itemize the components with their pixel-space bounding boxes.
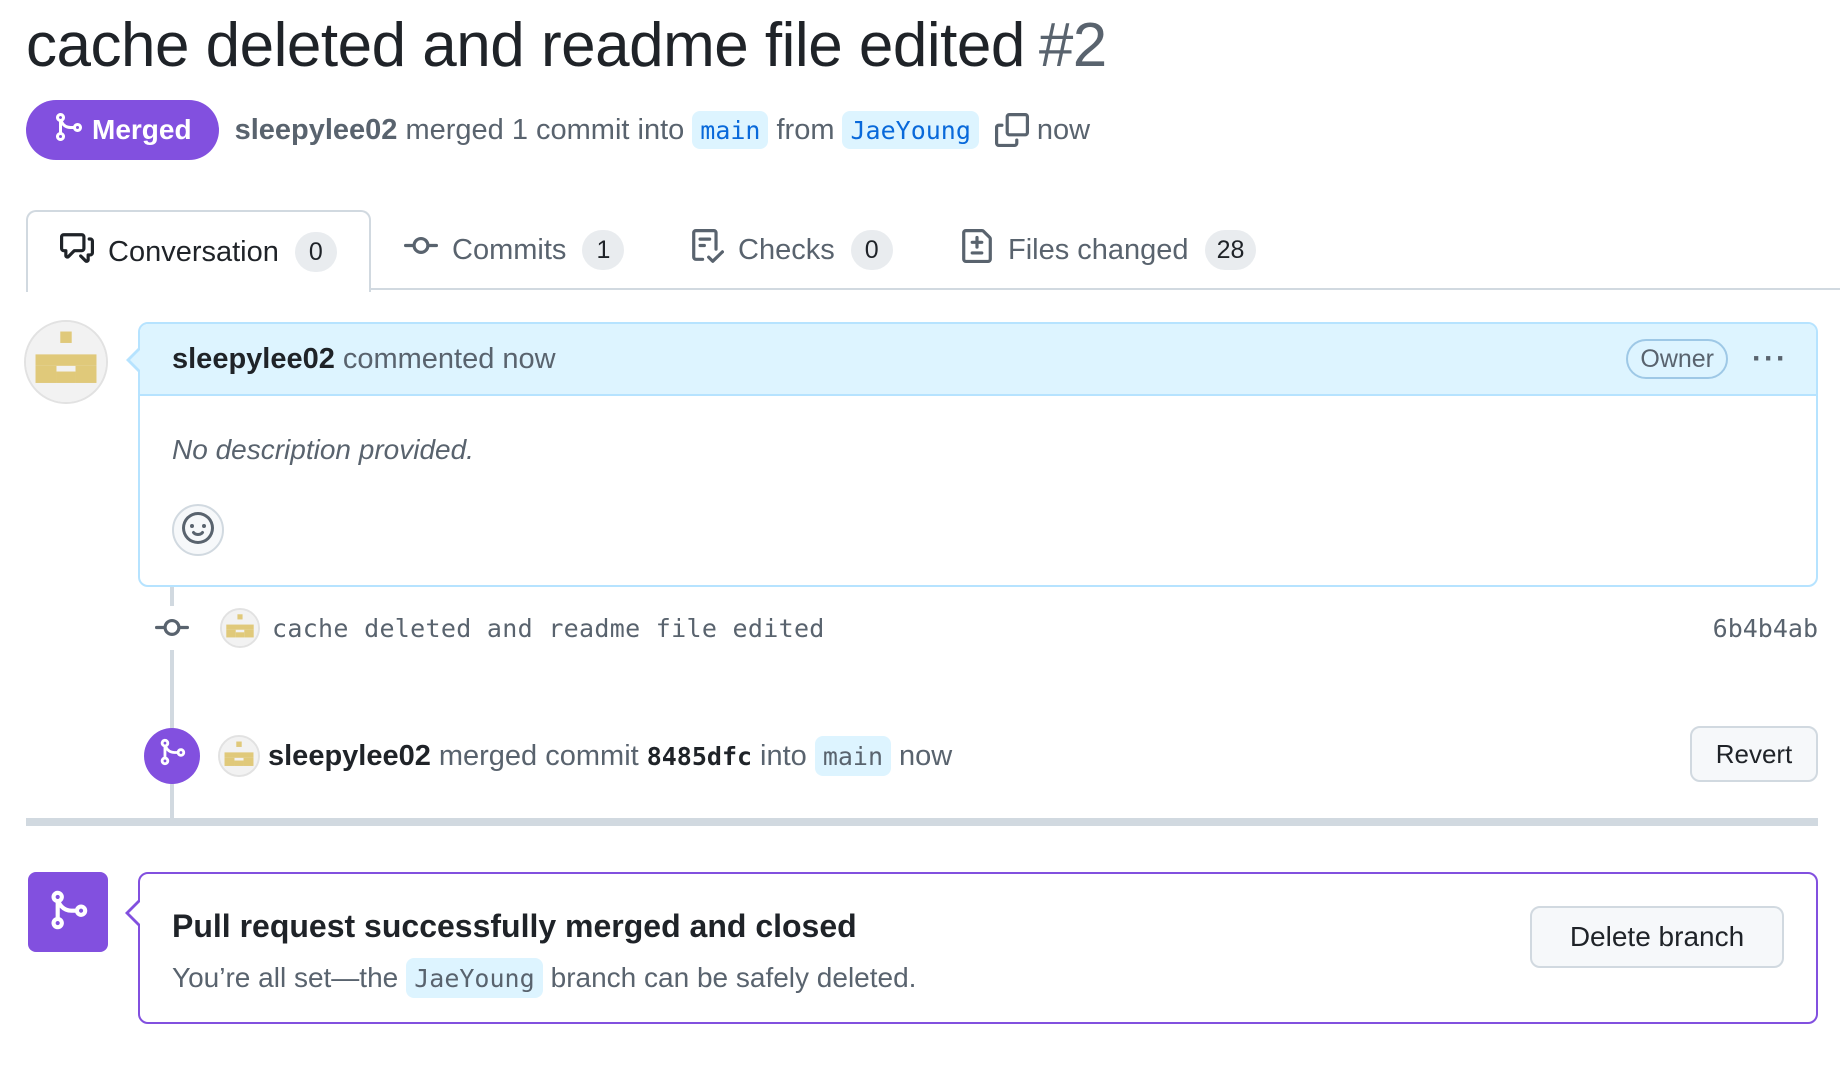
comment-caret-inner xyxy=(130,348,142,372)
file-diff-icon xyxy=(960,229,1008,271)
checklist-icon xyxy=(690,229,738,271)
comment-body: No description provided. xyxy=(172,434,474,465)
kebab-menu-icon[interactable]: ··· xyxy=(1752,342,1788,376)
comment-author-link[interactable]: sleepylee02 xyxy=(172,343,335,376)
avatar[interactable] xyxy=(220,608,260,648)
smiley-icon xyxy=(182,511,214,549)
add-reaction-button[interactable] xyxy=(172,504,224,556)
avatar[interactable] xyxy=(218,735,260,777)
base-branch-link[interactable]: main xyxy=(692,111,769,149)
merged-state-label: Merged xyxy=(92,114,192,145)
commit-row: cache deleted and readme file edited 6b4… xyxy=(150,600,1818,656)
tab-conversation[interactable]: Conversation 0 xyxy=(26,210,371,292)
pr-title-text: cache deleted and readme file edited xyxy=(26,11,1025,80)
merged-status-title: Pull request successfully merged and clo… xyxy=(172,908,857,944)
git-merge-icon xyxy=(157,737,187,775)
pr-subheader: Merged sleepylee02 merged 1 commit into … xyxy=(26,100,1090,160)
comment-header: sleepylee02 commented now Owner ··· xyxy=(140,324,1816,396)
pr-tabs: Conversation 0 Commits 1 Checks 0 Files … xyxy=(26,210,1840,292)
merge-text: merged commit xyxy=(438,739,639,772)
tab-commits-label: Commits xyxy=(452,233,567,266)
merge-event-badge xyxy=(144,728,200,784)
pr-number: #2 xyxy=(1038,11,1107,80)
merge-event: sleepylee02 merged commit 8485dfc into m… xyxy=(144,726,1818,784)
merged-box-caret-inner xyxy=(129,900,142,926)
git-merge-icon xyxy=(52,111,92,150)
tab-checks-label: Checks xyxy=(738,233,835,266)
copy-icon[interactable] xyxy=(994,113,1029,147)
commit-sha-link[interactable]: 6b4b4ab xyxy=(1713,614,1818,643)
tab-commits-count: 1 xyxy=(582,230,625,270)
merge-author-link[interactable]: sleepylee02 xyxy=(268,740,431,773)
comment-discussion-icon xyxy=(60,231,108,273)
comment-action[interactable]: commented now xyxy=(343,343,556,376)
from-text: from xyxy=(776,113,835,146)
git-commit-icon xyxy=(150,606,194,650)
head-branch-link[interactable]: JaeYoung xyxy=(842,111,979,149)
revert-button[interactable]: Revert xyxy=(1690,726,1818,782)
pr-time: now xyxy=(1036,113,1091,146)
avatar[interactable] xyxy=(24,320,108,404)
merged-state-badge: Merged xyxy=(26,100,219,160)
merged-status-box: Pull request successfully merged and clo… xyxy=(125,872,1818,1024)
merge-summary-text: merged 1 commit into xyxy=(405,113,685,146)
timeline-separator xyxy=(26,818,1818,826)
merged-head-branch-link[interactable]: JaeYoung xyxy=(406,958,543,998)
tab-conversation-label: Conversation xyxy=(108,235,279,268)
git-commit-icon xyxy=(404,229,452,271)
tab-conversation-count: 0 xyxy=(294,232,337,272)
merge-base-branch-link[interactable]: main xyxy=(814,736,892,776)
tab-files-changed[interactable]: Files changed 28 xyxy=(960,210,1257,290)
merge-commit-sha-link[interactable]: 8485dfc xyxy=(647,742,752,771)
tab-checks[interactable]: Checks 0 xyxy=(690,210,893,290)
git-merge-icon xyxy=(46,888,90,937)
merge-time[interactable]: now xyxy=(899,740,952,773)
merged-status-icon xyxy=(28,872,108,952)
merged-status-text: You’re all set—the JaeYoung branch can b… xyxy=(172,958,916,998)
tab-commits[interactable]: Commits 1 xyxy=(404,210,625,290)
commit-message-link[interactable]: cache deleted and readme file edited xyxy=(272,614,825,643)
pr-author-link[interactable]: sleepylee02 xyxy=(235,114,398,147)
comment-box: sleepylee02 commented now Owner ··· No d… xyxy=(126,322,1818,587)
tab-files-changed-count: 28 xyxy=(1204,230,1257,270)
merged-text-after: branch can be safely deleted. xyxy=(550,962,917,993)
tab-files-changed-label: Files changed xyxy=(1008,233,1189,266)
into-text: into xyxy=(760,739,807,772)
pr-title: cache deleted and readme file edited #2 xyxy=(26,10,1107,81)
tab-checks-count: 0 xyxy=(850,230,893,270)
delete-branch-button[interactable]: Delete branch xyxy=(1530,906,1784,968)
merged-text-before: You’re all set—the xyxy=(172,962,399,993)
owner-badge: Owner xyxy=(1626,339,1729,379)
